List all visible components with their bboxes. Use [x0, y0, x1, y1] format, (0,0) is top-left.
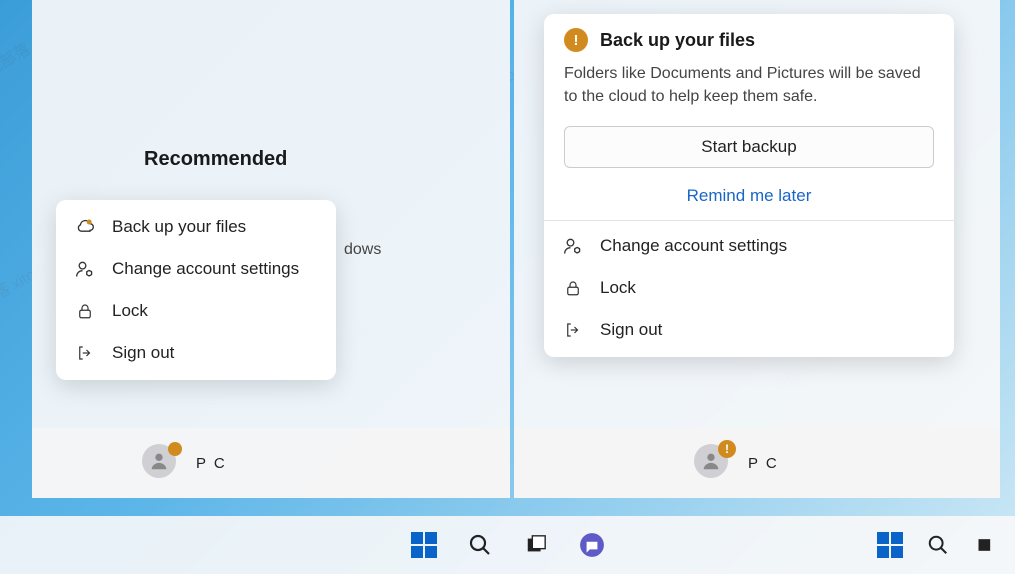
partial-text: dows	[344, 241, 381, 259]
windows-logo-icon	[411, 532, 437, 558]
search-button-secondary[interactable]	[923, 530, 953, 560]
start-button[interactable]	[409, 530, 439, 560]
start-menu-right: ! Back up your files Folders like Docume…	[514, 0, 1000, 498]
menu-item-label: Sign out	[112, 343, 174, 363]
sign-out-icon	[562, 319, 584, 341]
account-settings-item[interactable]: Change account settings	[544, 225, 954, 267]
taskbar	[0, 516, 1015, 574]
avatar	[142, 444, 180, 482]
lock-icon	[562, 277, 584, 299]
user-footer[interactable]: P C	[32, 428, 510, 498]
divider	[544, 220, 954, 221]
lock-item[interactable]: Lock	[56, 290, 336, 332]
account-settings-item[interactable]: Change account settings	[56, 248, 336, 290]
recommended-heading: Recommended	[144, 148, 287, 171]
lock-icon	[74, 300, 96, 322]
alert-badge: !	[718, 440, 736, 458]
user-menu-expanded: ! Back up your files Folders like Docume…	[544, 14, 954, 357]
backup-title: Back up your files	[600, 30, 755, 51]
backup-files-item[interactable]: Back up your files	[56, 206, 336, 248]
search-icon	[927, 534, 949, 556]
menu-item-label: Back up your files	[112, 217, 246, 237]
search-button[interactable]	[465, 530, 495, 560]
user-gear-icon	[74, 258, 96, 280]
windows-logo-icon	[877, 532, 903, 558]
notification-badge	[168, 442, 182, 456]
user-gear-icon	[562, 235, 584, 257]
cloud-icon	[74, 216, 96, 238]
task-view-button-secondary[interactable]	[971, 530, 1001, 560]
backup-description: Folders like Documents and Pictures will…	[544, 58, 954, 122]
task-view-button[interactable]	[521, 530, 551, 560]
user-name: P C	[748, 455, 779, 472]
start-button-secondary[interactable]	[875, 530, 905, 560]
avatar: !	[694, 444, 732, 482]
start-backup-button[interactable]: Start backup	[564, 126, 934, 168]
taskbar-right	[875, 516, 1007, 574]
user-footer[interactable]: ! P C	[514, 428, 1000, 498]
menu-item-label: Lock	[112, 301, 148, 321]
remind-later-link[interactable]: Remind me later	[544, 176, 954, 220]
menu-item-label: Lock	[600, 278, 636, 298]
sign-out-icon	[74, 342, 96, 364]
menu-item-label: Change account settings	[112, 259, 299, 279]
task-view-icon	[976, 535, 996, 555]
task-view-icon	[525, 534, 547, 556]
search-icon	[468, 533, 492, 557]
menu-item-label: Sign out	[600, 320, 662, 340]
start-menu-left: Recommended dows Back up your files Chan…	[32, 0, 510, 498]
sign-out-item[interactable]: Sign out	[544, 309, 954, 351]
alert-icon: !	[564, 28, 588, 52]
backup-header: ! Back up your files	[544, 28, 954, 58]
sign-out-item[interactable]: Sign out	[56, 332, 336, 374]
lock-item[interactable]: Lock	[544, 267, 954, 309]
user-name: P C	[196, 455, 227, 472]
chat-button[interactable]	[577, 530, 607, 560]
chat-icon	[579, 532, 605, 558]
user-menu: Back up your files Change account settin…	[56, 200, 336, 380]
menu-item-label: Change account settings	[600, 236, 787, 256]
